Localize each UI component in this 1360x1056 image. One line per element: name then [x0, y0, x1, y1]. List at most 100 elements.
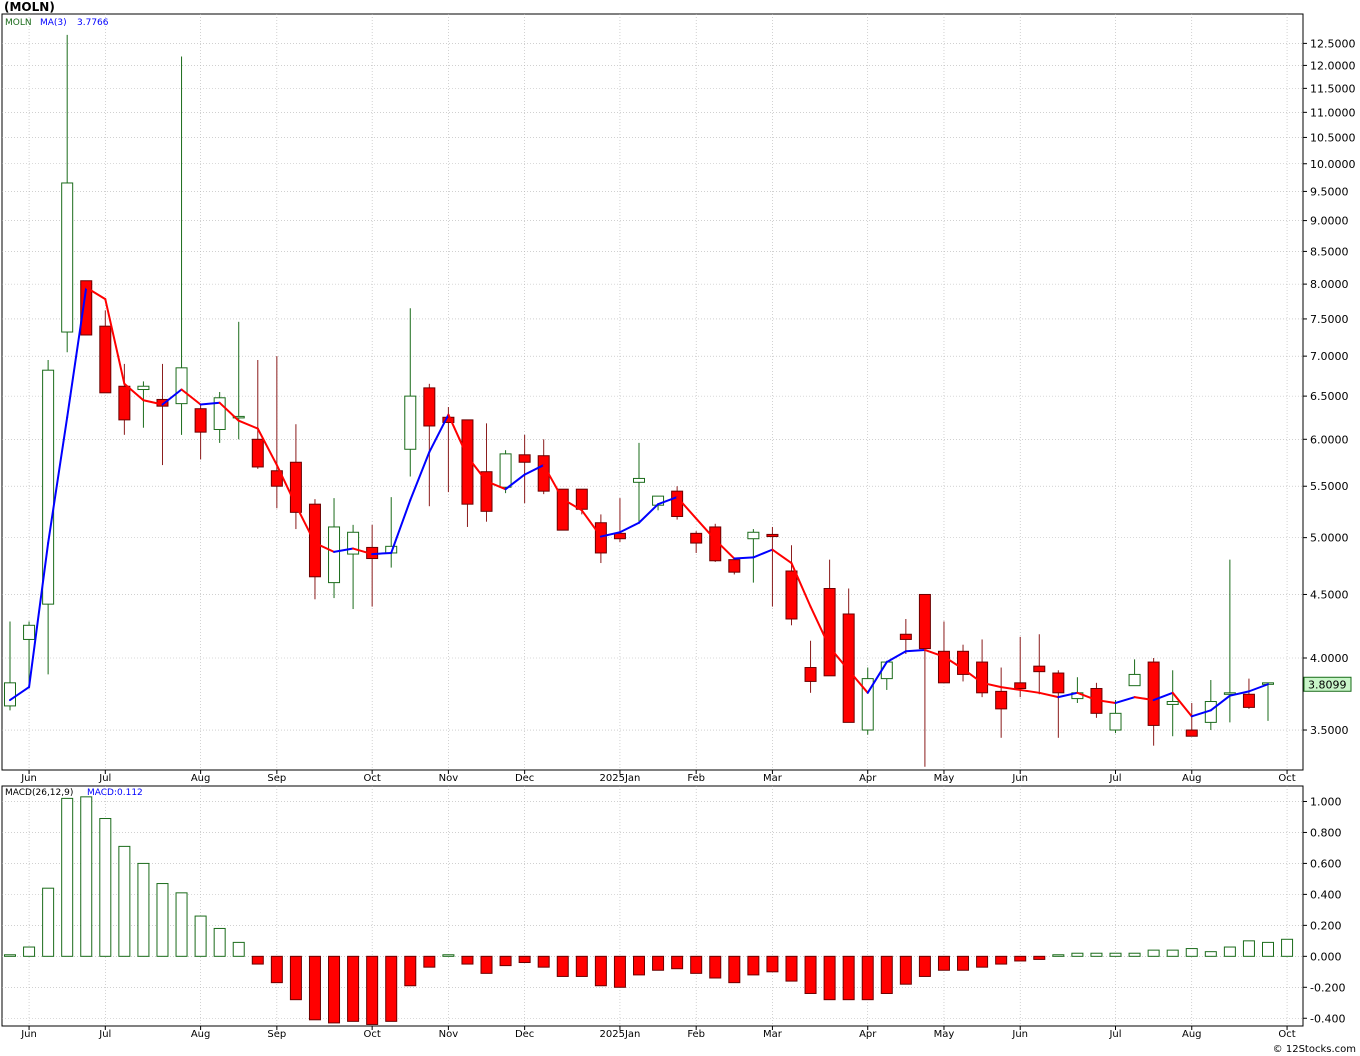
macd-x-tick-label: 2025Jan	[600, 1029, 641, 1040]
candle-body	[594, 522, 607, 554]
price-y-tick-label: 9.5000	[1310, 185, 1349, 198]
candle-body	[137, 385, 150, 391]
price-x-tick-label: Oct	[1278, 773, 1295, 784]
macd-bar	[1033, 955, 1046, 960]
price-y-tick-label: 10.0000	[1310, 158, 1356, 171]
candle-body	[308, 503, 321, 578]
macd-bar	[251, 955, 264, 965]
candle-body	[575, 488, 588, 510]
price-x-tick-label: May	[934, 773, 955, 784]
candle-body	[1033, 665, 1046, 673]
macd-bar	[1223, 946, 1236, 957]
candle-body	[747, 531, 760, 540]
candle-body	[899, 633, 912, 640]
macd-bar	[308, 955, 321, 1021]
macd-bar	[613, 955, 626, 988]
macd-bar	[99, 818, 112, 957]
macd-bar	[671, 955, 684, 970]
macd-x-tick-label: Aug	[1182, 1029, 1202, 1040]
price-y-tick-label: 4.0000	[1310, 652, 1349, 665]
candle-body	[842, 613, 855, 723]
macd-bar	[709, 955, 722, 979]
macd-bar	[785, 955, 798, 982]
macd-bar	[880, 955, 893, 994]
macd-x-tick-label: May	[934, 1029, 955, 1040]
ma3-segment	[904, 648, 926, 653]
price-y-tick-label: 12.5000	[1310, 37, 1356, 50]
macd-bar	[690, 955, 703, 974]
price-y-tick-label: 8.5000	[1310, 245, 1349, 258]
candle-body	[175, 367, 188, 405]
macd-y-tick-label: -0.200	[1310, 981, 1345, 994]
candle-body	[423, 387, 436, 427]
price-x-tick-label: Jul	[1108, 773, 1121, 784]
macd-bar	[633, 955, 645, 976]
stock-chart-canvas: (MOLN) 3.5000 4.0000 4.5000 5.0000 5.5000 6.0…	[0, 0, 1360, 1056]
candle-body	[1052, 672, 1065, 694]
candle-body	[995, 690, 1008, 710]
macd-bar	[442, 954, 455, 957]
price-x-tick-label: Dec	[515, 773, 534, 784]
macd-x-tick-label: Oct	[1278, 1029, 1295, 1040]
price-x-tick-label: Apr	[859, 773, 877, 784]
macd-bar	[404, 955, 417, 987]
macd-legend-label: MACD(26,12,9)	[5, 788, 73, 798]
candle-body	[1128, 673, 1141, 687]
macd-bar	[461, 955, 474, 965]
price-x-tick-label: Aug	[191, 773, 211, 784]
candle-body	[347, 531, 360, 555]
candle-body	[804, 667, 817, 682]
macd-x-tick-label: Jun	[1011, 1029, 1028, 1040]
candle	[556, 488, 569, 531]
macd-bar	[1281, 938, 1294, 957]
candle-body	[556, 488, 569, 531]
macd-bar	[804, 955, 817, 994]
macd-bar	[1147, 949, 1160, 957]
candle-body	[1242, 693, 1255, 708]
legend-ma-label: MA(3)	[40, 18, 67, 28]
macd-bar	[1052, 954, 1065, 957]
macd-legend-value: MACD:0.112	[87, 788, 143, 798]
candle-body	[499, 453, 512, 488]
candle-body	[1109, 712, 1122, 731]
price-x-tick-label: Mar	[763, 773, 783, 784]
macd-bar	[61, 797, 74, 957]
candle-body	[918, 593, 931, 650]
macd-bar	[1262, 941, 1274, 957]
price-y-tick-label: 4.5000	[1310, 588, 1349, 601]
candle-body	[728, 559, 741, 573]
macd-bar	[575, 955, 588, 977]
macd-bar	[23, 946, 36, 957]
price-y-tick-label: 5.5000	[1310, 480, 1349, 493]
macd-y-tick-label: -0.400	[1310, 1012, 1345, 1025]
macd-bar	[518, 955, 531, 964]
candle-body	[823, 588, 836, 677]
macd-x-tick-label: Nov	[439, 1029, 459, 1040]
candle-body	[1014, 682, 1027, 690]
price-y-tick-label: 6.0000	[1310, 433, 1349, 446]
price-x-tick-label: Jun	[1011, 773, 1028, 784]
macd-x-tick-label: Sep	[267, 1029, 286, 1040]
macd-bar	[842, 955, 855, 1001]
ma3-segment	[371, 551, 393, 556]
macd-bar	[289, 955, 302, 1001]
legend-ma-value: 3.7766	[77, 18, 109, 28]
price-y-tick-label: 11.5000	[1310, 82, 1356, 95]
macd-bar	[232, 941, 245, 957]
legend-symbol: MOLN	[5, 18, 32, 28]
macd-bar	[194, 915, 207, 957]
macd-x-tick-label: Mar	[763, 1029, 783, 1040]
macd-bar	[1128, 952, 1141, 957]
macd-y-tick-label: 0.200	[1310, 919, 1342, 932]
macd-bar	[556, 955, 569, 977]
price-y-tick-label: 7.5000	[1310, 313, 1349, 326]
candle	[728, 559, 741, 575]
candle-body	[251, 438, 264, 468]
price-x-tick-label: Aug	[1182, 773, 1202, 784]
macd-bar	[1185, 948, 1198, 957]
macd-bar	[1242, 940, 1255, 957]
macd-bar	[728, 955, 741, 984]
candle-body	[518, 454, 531, 463]
candle-body	[404, 395, 417, 450]
price-y-tick-label: 5.0000	[1310, 532, 1349, 545]
